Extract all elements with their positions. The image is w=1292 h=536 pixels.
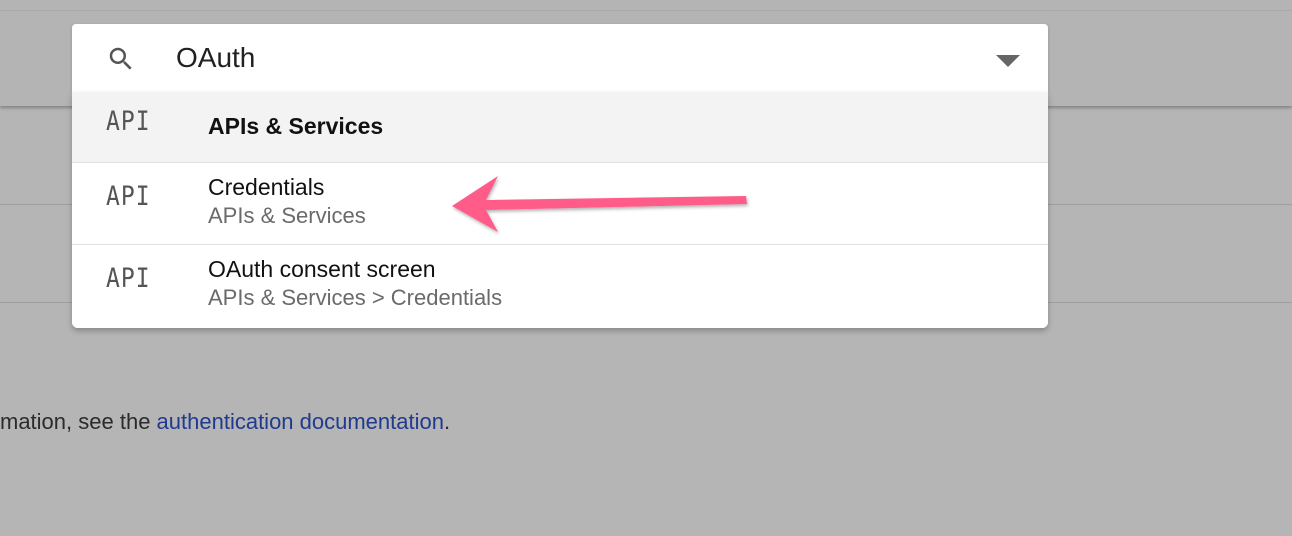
search-input[interactable] bbox=[176, 38, 936, 78]
result-item-oauth-consent-screen[interactable]: API OAuth consent screen APIs & Services… bbox=[72, 244, 1048, 328]
search-icon bbox=[106, 44, 136, 74]
result-title: Credentials bbox=[208, 174, 325, 200]
chevron-down-icon[interactable] bbox=[994, 50, 1022, 70]
background-help-text: mation, see the authentication documenta… bbox=[0, 409, 450, 435]
api-icon: API bbox=[106, 264, 151, 294]
help-text-prefix: mation, see the bbox=[0, 409, 157, 434]
header-top-divider bbox=[0, 10, 1292, 11]
result-subtitle: APIs & Services bbox=[208, 203, 366, 228]
result-title: APIs & Services bbox=[208, 113, 384, 139]
api-icon: API bbox=[106, 107, 151, 137]
result-title: OAuth consent screen bbox=[208, 256, 436, 282]
result-item-apis-services[interactable]: API APIs & Services bbox=[72, 92, 1048, 162]
pointer-arrow bbox=[452, 176, 747, 232]
help-text-suffix: . bbox=[443, 409, 451, 434]
api-icon: API bbox=[106, 182, 151, 212]
result-subtitle: APIs & Services > Credentials bbox=[208, 285, 503, 310]
authentication-documentation-link[interactable]: authentication documentation bbox=[157, 409, 444, 434]
